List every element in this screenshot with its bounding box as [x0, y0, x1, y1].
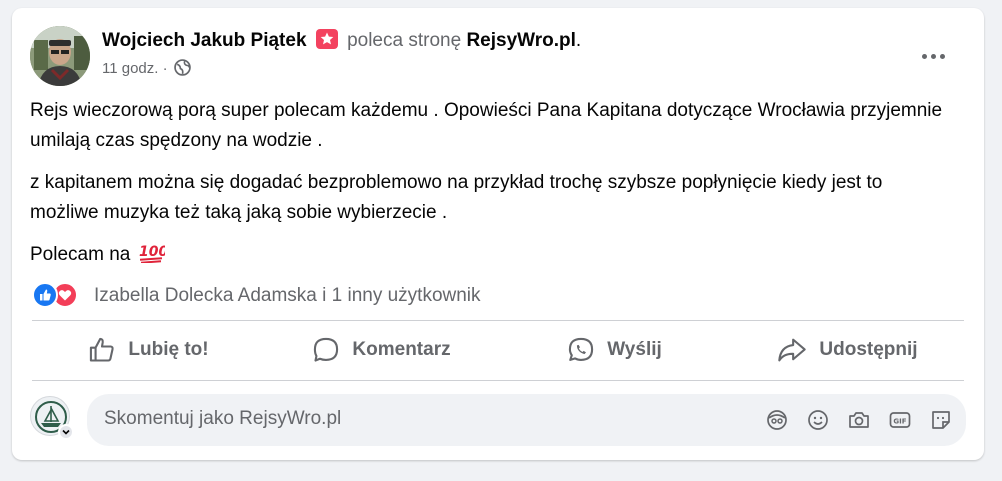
page-name[interactable]: RejsyWro.pl: [466, 30, 575, 51]
thumbs-up-icon: [90, 337, 115, 362]
author-line: Wojciech Jakub Piątek poleca stronę Rejs…: [102, 28, 581, 54]
divider: [32, 380, 964, 381]
post-text: Polecam na: [30, 244, 131, 265]
comment-tools: GIF: [749, 407, 954, 433]
chevron-down-icon: [62, 429, 70, 435]
camera-icon[interactable]: [846, 407, 872, 433]
comment-label: Komentarz: [352, 339, 451, 360]
comment-input[interactable]: Skomentuj jako RejsyWro.pl GIF: [87, 394, 966, 446]
action-bar: Lubię to! Komentarz Wyślij Udostępnij: [32, 324, 964, 376]
more-dot-icon: [931, 54, 936, 59]
comment-button[interactable]: Komentarz: [265, 324, 498, 376]
like-reaction-icon: [32, 282, 58, 308]
gif-icon[interactable]: GIF: [887, 407, 913, 433]
post-header: Wojciech Jakub Piątek poleca stronę Rejs…: [30, 26, 966, 90]
recommend-verb: poleca stronę: [347, 30, 462, 51]
divider: [32, 320, 964, 321]
post-paragraph: Rejs wieczorową porą super polecam każde…: [30, 100, 943, 151]
post-paragraph-last: Polecam na 100: [30, 240, 950, 273]
post-card: Wojciech Jakub Piątek poleca stronę Rejs…: [12, 8, 984, 460]
meta-separator: ·: [162, 60, 168, 77]
reactions-summary[interactable]: Izabella Dolecka Adamska i 1 inny użytko…: [32, 282, 632, 310]
share-icon: [778, 338, 807, 362]
comment-placeholder: Skomentuj jako RejsyWro.pl: [104, 408, 342, 429]
like-label: Lubię to!: [128, 339, 209, 360]
send-button[interactable]: Wyślij: [498, 324, 731, 376]
avatar-sticker-icon[interactable]: [764, 407, 790, 433]
author-name[interactable]: Wojciech Jakub Piątek: [102, 30, 307, 51]
comment-icon: [314, 337, 339, 362]
more-options-button[interactable]: [916, 38, 952, 74]
more-dot-icon: [922, 54, 927, 59]
recommend-icon: [315, 29, 338, 49]
profile-switch-button[interactable]: [58, 424, 74, 440]
post-body: Rejs wieczorową porą super polecam każde…: [30, 96, 950, 285]
send-label: Wyślij: [607, 339, 662, 360]
post-paragraph: z kapitanem można się dogadać bezproblem…: [30, 172, 883, 223]
like-button[interactable]: Lubię to!: [32, 324, 265, 376]
share-label: Udostępnij: [819, 339, 918, 360]
page-suffix: .: [575, 30, 582, 51]
emoji-icon[interactable]: [805, 407, 831, 433]
hundred-points-icon: 100: [139, 241, 168, 273]
reaction-names[interactable]: Izabella Dolecka Adamska i 1 inny użytko…: [94, 285, 481, 307]
post-time[interactable]: 11 godz.: [102, 60, 158, 77]
author-avatar[interactable]: [30, 26, 90, 86]
post-meta: 11 godz. ·: [102, 58, 191, 83]
share-button[interactable]: Udostępnij: [731, 324, 964, 376]
whatsapp-icon: [569, 337, 594, 361]
svg-text:GIF: GIF: [893, 418, 906, 426]
more-dot-icon: [940, 54, 945, 59]
globe-icon[interactable]: [173, 59, 191, 83]
sticker-icon[interactable]: [928, 407, 954, 433]
comment-composer: Skomentuj jako RejsyWro.pl GIF: [30, 392, 966, 448]
